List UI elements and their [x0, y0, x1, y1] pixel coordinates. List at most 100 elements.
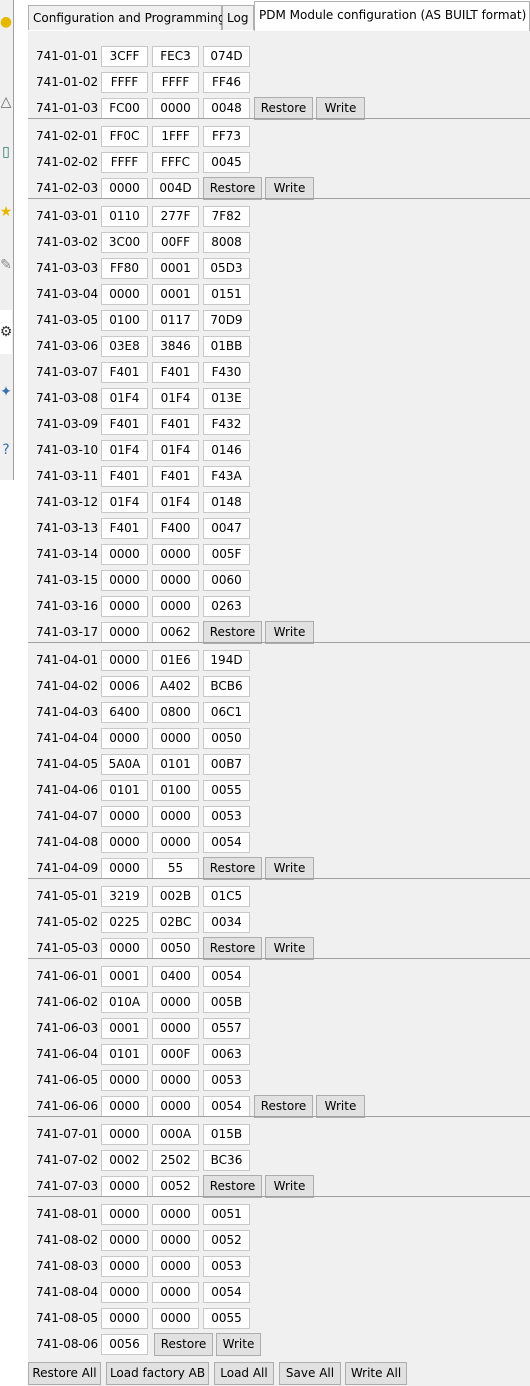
hex-value-field[interactable]: 0053 — [203, 806, 250, 827]
hex-value-field[interactable]: 3CFF — [101, 46, 148, 67]
hex-value-field[interactable]: FEC3 — [152, 46, 199, 67]
footer-load-factory-ab-button[interactable]: Load factory AB — [106, 1362, 209, 1385]
hex-value-field[interactable]: 000A — [152, 1124, 199, 1145]
write-button[interactable]: Write — [216, 1333, 261, 1356]
hex-value-field[interactable]: 0101 — [101, 1044, 148, 1065]
hex-value-field[interactable]: 0000 — [101, 728, 148, 749]
hex-value-field[interactable]: 005B — [203, 992, 250, 1013]
restore-button[interactable]: Restore — [203, 621, 262, 644]
hex-value-field[interactable]: 0000 — [101, 1308, 148, 1329]
hex-value-field[interactable]: 0050 — [152, 938, 199, 959]
hex-value-field[interactable]: 0100 — [101, 310, 148, 331]
lightbulb-icon[interactable]: ● — [0, 0, 12, 44]
restore-button[interactable]: Restore — [254, 97, 313, 120]
hex-value-field[interactable]: 0000 — [101, 806, 148, 827]
hex-value-field[interactable]: 0001 — [101, 1018, 148, 1039]
hex-value-field[interactable]: 8008 — [203, 232, 250, 253]
hex-value-field[interactable]: 01F4 — [152, 440, 199, 461]
tab-log[interactable]: Log — [222, 5, 254, 30]
restore-button[interactable]: Restore — [203, 1175, 262, 1198]
hex-value-field[interactable]: 3C00 — [101, 232, 148, 253]
hex-value-field[interactable]: 0000 — [101, 938, 148, 959]
hex-value-field[interactable]: BCB6 — [203, 676, 250, 697]
hex-value-field[interactable]: FC00 — [101, 98, 148, 119]
hex-value-field[interactable]: 002B — [152, 886, 199, 907]
hex-value-field[interactable]: 0052 — [152, 1176, 199, 1197]
hex-value-field[interactable]: 00B7 — [203, 754, 250, 775]
hex-value-field[interactable]: 0000 — [101, 1230, 148, 1251]
hex-value-field[interactable]: 0055 — [203, 1308, 250, 1329]
hex-value-field[interactable]: 0000 — [101, 832, 148, 853]
hex-value-field[interactable]: 01F4 — [152, 492, 199, 513]
hex-value-field[interactable]: 0000 — [101, 544, 148, 565]
hex-value-field[interactable]: 0053 — [203, 1256, 250, 1277]
restore-button[interactable]: Restore — [154, 1333, 213, 1356]
hex-value-field[interactable]: 2502 — [152, 1150, 199, 1171]
hex-value-field[interactable]: 0101 — [152, 754, 199, 775]
hex-value-field[interactable]: 0000 — [152, 992, 199, 1013]
hex-value-field[interactable]: 0000 — [101, 1282, 148, 1303]
hex-value-field[interactable]: 0047 — [203, 518, 250, 539]
hex-value-field[interactable]: BC36 — [203, 1150, 250, 1171]
hex-value-field[interactable]: 005F — [203, 544, 250, 565]
hex-value-field[interactable]: 0054 — [203, 832, 250, 853]
hex-value-field[interactable]: 0054 — [203, 966, 250, 987]
hex-value-field[interactable]: 01F4 — [101, 388, 148, 409]
restore-button[interactable]: Restore — [203, 937, 262, 960]
star-icon[interactable]: ★ — [0, 190, 12, 234]
hex-value-field[interactable]: 01BB — [203, 336, 250, 357]
hex-value-field[interactable]: 0000 — [101, 570, 148, 591]
hex-value-field[interactable]: 0263 — [203, 596, 250, 617]
hex-value-field[interactable]: 0045 — [203, 152, 250, 173]
hex-value-field[interactable]: 0048 — [203, 98, 250, 119]
hex-value-field[interactable]: 0000 — [152, 544, 199, 565]
hex-value-field[interactable]: FFFF — [101, 72, 148, 93]
hex-value-field[interactable]: 0006 — [101, 676, 148, 697]
hex-value-field[interactable]: 0051 — [203, 1204, 250, 1225]
write-button[interactable]: Write — [265, 857, 314, 880]
hex-value-field[interactable]: 0000 — [101, 1096, 148, 1117]
hex-value-field[interactable]: 5A0A — [101, 754, 148, 775]
hex-value-field[interactable]: 0148 — [203, 492, 250, 513]
hex-value-field[interactable]: 004D — [152, 178, 199, 199]
hex-value-field[interactable]: 0050 — [203, 728, 250, 749]
hex-value-field[interactable]: 0225 — [101, 912, 148, 933]
hex-value-field[interactable]: 0000 — [152, 596, 199, 617]
hex-value-field[interactable]: 1FFF — [152, 126, 199, 147]
tab-pdm-module-configuration[interactable]: PDM Module configuration (AS BUILT forma… — [254, 1, 530, 31]
write-button[interactable]: Write — [265, 937, 314, 960]
hex-value-field[interactable]: 0054 — [203, 1282, 250, 1303]
hex-value-field[interactable]: 3219 — [101, 886, 148, 907]
hex-value-field[interactable]: 0000 — [152, 1308, 199, 1329]
warning-icon[interactable]: △ — [0, 80, 12, 124]
hex-value-field[interactable]: FFFC — [152, 152, 199, 173]
hex-value-field[interactable]: F430 — [203, 362, 250, 383]
hex-value-field[interactable]: 0055 — [203, 780, 250, 801]
hex-value-field[interactable]: 0000 — [152, 98, 199, 119]
hex-value-field[interactable]: 0053 — [203, 1070, 250, 1091]
hex-value-field[interactable]: 0001 — [152, 284, 199, 305]
hex-value-field[interactable]: 0000 — [101, 596, 148, 617]
hex-value-field[interactable]: 0000 — [101, 1204, 148, 1225]
hex-value-field[interactable]: FFFF — [101, 152, 148, 173]
write-button[interactable]: Write — [265, 1175, 314, 1198]
write-button[interactable]: Write — [265, 621, 314, 644]
hex-value-field[interactable]: 0000 — [101, 1256, 148, 1277]
hex-value-field[interactable]: F401 — [152, 362, 199, 383]
write-button[interactable]: Write — [265, 177, 314, 200]
hex-value-field[interactable]: 01F4 — [152, 388, 199, 409]
hex-value-field[interactable]: 6400 — [101, 702, 148, 723]
hex-value-field[interactable]: 0054 — [203, 1096, 250, 1117]
hex-value-field[interactable]: 0052 — [203, 1230, 250, 1251]
hex-value-field[interactable]: 0001 — [152, 258, 199, 279]
hex-value-field[interactable]: 0000 — [101, 622, 148, 643]
hex-value-field[interactable]: 0000 — [152, 728, 199, 749]
tab-configuration-programming[interactable]: Configuration and Programming — [28, 5, 225, 30]
hex-value-field[interactable]: 0000 — [152, 1070, 199, 1091]
hex-value-field[interactable]: 0062 — [152, 622, 199, 643]
hex-value-field[interactable]: F401 — [101, 518, 148, 539]
hex-value-field[interactable]: 194D — [203, 650, 250, 671]
hex-value-field[interactable]: 0000 — [152, 1282, 199, 1303]
hex-value-field[interactable]: 0101 — [101, 780, 148, 801]
hex-value-field[interactable]: FF46 — [203, 72, 250, 93]
